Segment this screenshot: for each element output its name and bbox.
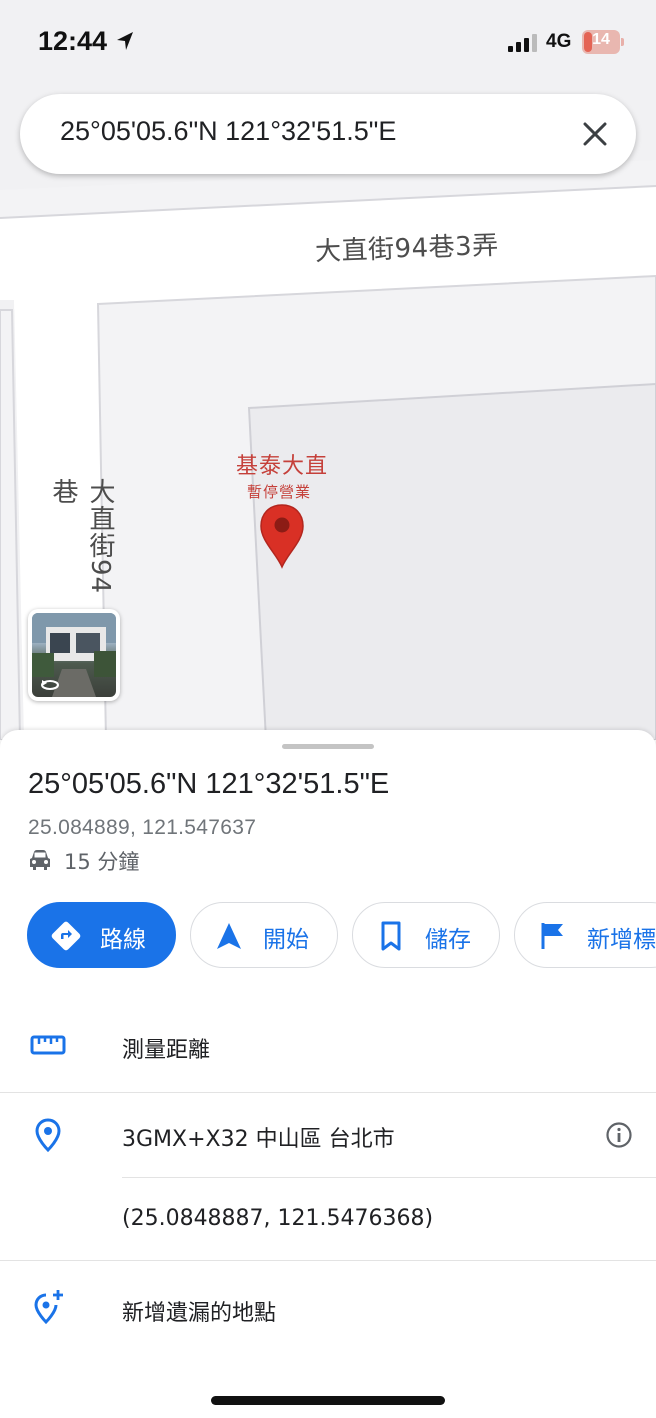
bookmark-icon xyxy=(381,921,401,951)
drive-time-label: 15 分鐘 xyxy=(64,850,140,874)
plus-code-row[interactable]: 3GMX+X32 中山區 台北市 xyxy=(0,1093,656,1177)
start-button[interactable]: 開始 xyxy=(190,902,338,968)
car-icon xyxy=(30,850,50,870)
precise-coordinates-label: (25.0848887, 121.5476368) xyxy=(122,1206,434,1231)
map-pin-icon[interactable] xyxy=(258,503,306,569)
signal-icon xyxy=(508,34,537,52)
save-label: 儲存 xyxy=(425,927,471,953)
search-input[interactable]: 25°05'05.6"N 121°32'51.5"E xyxy=(60,116,396,147)
info-icon[interactable] xyxy=(605,1121,633,1149)
rotate-360-icon xyxy=(41,680,59,690)
directions-icon xyxy=(51,921,81,951)
status-bar: 12:44 4G 14 xyxy=(0,0,656,88)
plus-code-label: 3GMX+X32 中山區 台北市 xyxy=(122,1127,395,1152)
street-label-horizontal: 大直街94巷3弄 xyxy=(314,230,500,268)
location-arrow-icon xyxy=(117,32,133,50)
directions-label: 路線 xyxy=(100,927,146,953)
save-button[interactable]: 儲存 xyxy=(352,902,500,968)
add-label-button[interactable]: 新增標 xyxy=(514,902,656,968)
action-buttons: 路線 開始 儲存 新增標 xyxy=(0,902,656,968)
navigation-arrow-icon xyxy=(217,923,241,949)
start-label: 開始 xyxy=(263,927,309,953)
status-time: 12:44 xyxy=(38,26,108,56)
sheet-drag-handle[interactable] xyxy=(282,744,374,749)
streetview-thumbnail[interactable] xyxy=(28,609,120,701)
add-label-label: 新增標 xyxy=(587,927,656,953)
home-indicator[interactable] xyxy=(211,1396,445,1405)
ruler-icon xyxy=(30,1035,66,1055)
measure-distance-row[interactable]: 測量距離 xyxy=(0,1002,656,1092)
battery-level: 14 xyxy=(592,31,610,48)
network-type: 4G xyxy=(546,31,572,52)
poi-name[interactable]: 基泰大直 xyxy=(236,448,328,480)
close-icon[interactable] xyxy=(580,119,610,149)
coordinates-row[interactable]: (25.0848887, 121.5476368) xyxy=(0,1178,656,1260)
add-missing-place-label: 新增遺漏的地點 xyxy=(122,1301,277,1326)
search-bar[interactable]: 25°05'05.6"N 121°32'51.5"E xyxy=(20,94,636,174)
location-pin-icon xyxy=(35,1118,61,1153)
add-location-icon xyxy=(34,1290,63,1325)
street-label-vertical: 大直街94巷 xyxy=(48,478,115,595)
battery-icon: 14 xyxy=(582,30,624,54)
measure-distance-label: 測量距離 xyxy=(122,1038,211,1063)
poi-status: 暫停營業 xyxy=(247,483,312,501)
add-missing-place-row[interactable]: 新增遺漏的地點 xyxy=(0,1261,656,1357)
place-title: 25°05'05.6"N 121°32'51.5"E xyxy=(28,768,390,800)
flag-icon xyxy=(541,923,563,949)
decimal-coordinates: 25.084889, 121.547637 xyxy=(28,816,257,839)
place-sheet: 25°05'05.6"N 121°32'51.5"E 25.084889, 12… xyxy=(0,730,656,1418)
directions-button[interactable]: 路線 xyxy=(27,902,176,968)
streetview-image xyxy=(32,613,116,697)
